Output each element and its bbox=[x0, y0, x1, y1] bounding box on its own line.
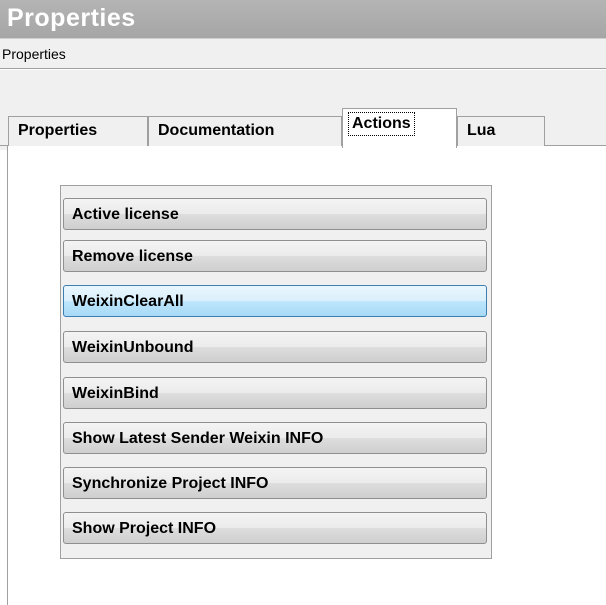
properties-panel: Properties Properties Properties Documen… bbox=[0, 0, 606, 605]
object-selector-label: Properties bbox=[2, 46, 66, 62]
panel-title-bar: Properties bbox=[0, 0, 606, 38]
tab-actions[interactable]: Actions bbox=[342, 108, 457, 148]
show-latest-sender-weixin-info-button[interactable]: Show Latest Sender Weixin INFO bbox=[63, 422, 487, 454]
tab-properties[interactable]: Properties bbox=[8, 116, 148, 146]
tab-label: Actions bbox=[348, 112, 415, 136]
content-left-border bbox=[7, 145, 8, 605]
synchronize-project-info-button[interactable]: Synchronize Project INFO bbox=[63, 467, 487, 499]
active-license-button[interactable]: Active license bbox=[63, 198, 487, 230]
tab-lua[interactable]: Lua bbox=[457, 116, 545, 146]
show-project-info-button[interactable]: Show Project INFO bbox=[63, 512, 487, 544]
remove-license-button[interactable]: Remove license bbox=[63, 240, 487, 272]
tab-label: Documentation bbox=[158, 122, 275, 139]
tab-label: Lua bbox=[467, 122, 496, 139]
tab-documentation[interactable]: Documentation bbox=[148, 116, 342, 146]
weixin-clear-all-button[interactable]: WeixinClearAll bbox=[63, 285, 487, 317]
object-selector-bar[interactable]: Properties bbox=[0, 38, 606, 69]
weixin-unbound-button[interactable]: WeixinUnbound bbox=[63, 331, 487, 363]
panel-title: Properties bbox=[7, 4, 136, 32]
tab-label: Properties bbox=[18, 122, 98, 139]
weixin-bind-button[interactable]: WeixinBind bbox=[63, 377, 487, 409]
